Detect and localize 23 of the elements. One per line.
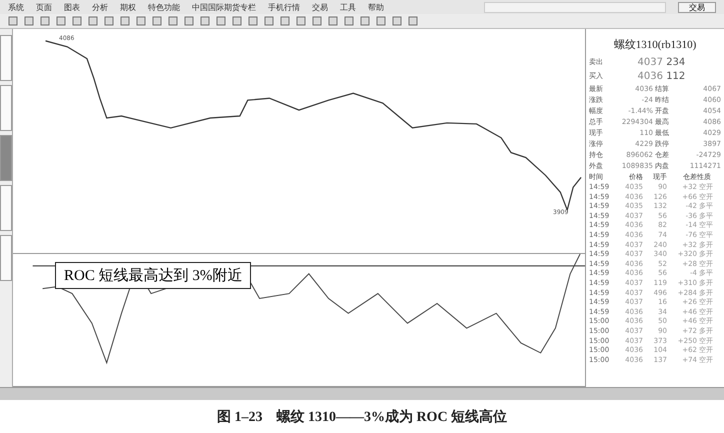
menu-item[interactable]: 期权 [120, 2, 136, 12]
trade-button[interactable]: 交易 [678, 2, 716, 12]
quote-volume: 234 [665, 56, 686, 68]
side-tab[interactable] [0, 235, 12, 281]
quote-price: 4036 [636, 70, 663, 82]
quote-volume: 112 [665, 70, 686, 82]
menu-item[interactable]: 工具 [340, 2, 356, 12]
menu-item[interactable]: 页面 [36, 2, 52, 12]
menu-item[interactable]: 中国国际期货专栏 [192, 2, 256, 12]
menu-item[interactable]: 特色功能 [148, 2, 180, 12]
contract-title: 螺纹1310(rb1310) [612, 38, 698, 53]
annotation-box: ROC 短线最高达到 3%附近 [55, 262, 252, 290]
menu-item[interactable]: 分析 [92, 2, 108, 12]
menu-item[interactable]: 系统 [8, 2, 24, 12]
side-tab[interactable] [0, 185, 12, 231]
menu-item[interactable]: 交易 [312, 2, 328, 12]
menu-item[interactable]: 帮助 [368, 2, 384, 12]
menu-item[interactable]: 图表 [64, 2, 80, 12]
menu-item[interactable]: 手机行情 [268, 2, 300, 12]
figure-caption: 图 1–23 螺纹 1310——3%成为 ROC 短线高位 [216, 408, 508, 426]
quote-price: 4037 [636, 56, 663, 68]
side-tab[interactable] [0, 85, 12, 131]
side-tab[interactable] [0, 35, 12, 81]
